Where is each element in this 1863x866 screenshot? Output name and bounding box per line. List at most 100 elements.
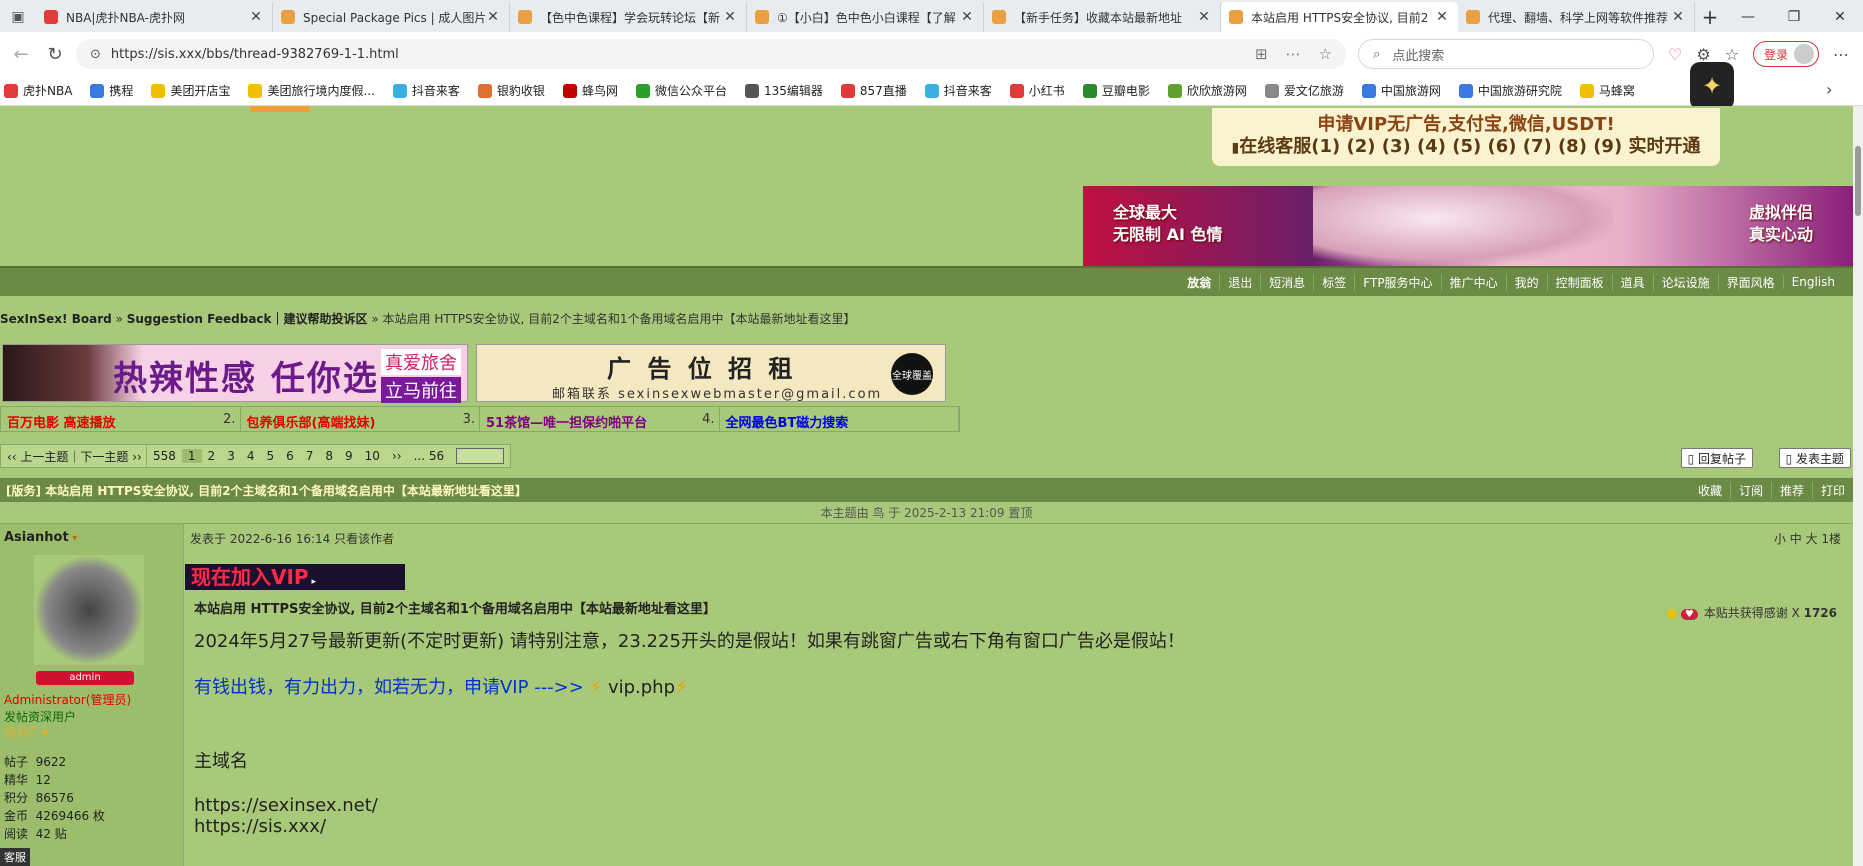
breadcrumb-forum[interactable]: Suggestion Feedback｜建议帮助投诉区 — [127, 312, 368, 326]
bookmark-item[interactable]: 爱文亿旅游 — [1264, 82, 1344, 99]
site-info-icon[interactable]: ⊙ — [90, 47, 101, 62]
bookmark-item[interactable]: 虎扑NBA — [4, 82, 72, 99]
reader-icon[interactable]: ⋯ — [1286, 45, 1301, 63]
bookmark-item[interactable]: 中国旅游网 — [1361, 82, 1441, 99]
page-link[interactable]: 7 — [300, 449, 320, 463]
close-window-icon[interactable]: ✕ — [1817, 9, 1863, 25]
address-bar[interactable]: ⊙ https://sis.xxx/bbs/thread-9382769-1-1… — [76, 39, 1346, 69]
tab-2[interactable]: 【色中色课程】学会玩转论坛【新 ✕ — [510, 2, 747, 32]
settings-gear-icon[interactable]: ⚙ — [1696, 45, 1710, 64]
tab-3[interactable]: ①【小白】色中色小白课程【了解 ✕ — [747, 2, 984, 32]
tab-close-icon[interactable]: ✕ — [248, 9, 264, 25]
author-name[interactable]: Asianhot ▾ — [4, 530, 183, 545]
text-link[interactable]: 全网最色BT磁力搜索 — [720, 407, 959, 431]
login-button[interactable]: 登录 — [1753, 41, 1820, 67]
ad-banner-1[interactable]: 热辣性感 任你选 真爱旅舍 立马前往 — [2, 344, 468, 403]
join-vip-banner[interactable]: 现在加入VIP ▸ — [185, 564, 405, 590]
menu-item[interactable]: 推广中心 — [1440, 273, 1506, 291]
page-link[interactable]: 1 — [181, 449, 202, 463]
page-jump-input[interactable] — [456, 448, 505, 464]
app-icon[interactable]: ⊞ — [1255, 45, 1268, 63]
vip-promo-box[interactable]: 申请VIP无广告,支付宝,微信,USDT! ▮在线客服(1) (2) (3) (… — [1212, 108, 1720, 166]
tab-close-icon[interactable]: ✕ — [1670, 9, 1686, 25]
ad-banner-2[interactable]: 广 告 位 招 租 邮箱联系 sexinsexwebmaster@gmail.c… — [476, 344, 946, 402]
reload-icon[interactable]: ↻ — [38, 37, 72, 71]
tab-close-icon[interactable]: ✕ — [722, 9, 738, 25]
page-link[interactable]: 10 — [359, 449, 386, 463]
text-link[interactable]: 51茶馆—唯一担保约啪平台 4. — [480, 407, 720, 431]
menu-item[interactable]: 短消息 — [1260, 273, 1313, 291]
url-text[interactable]: https://sis.xxx/bbs/thread-9382769-1-1.h… — [111, 47, 399, 62]
page-link[interactable]: 4 — [241, 449, 261, 463]
prev-next-label[interactable]: ‹‹ 上一主题｜下一主题 ›› — [1, 448, 148, 465]
thread-action[interactable]: 推荐 — [1770, 481, 1812, 499]
page-last[interactable]: ... 56 — [408, 449, 451, 463]
restore-icon[interactable]: ❐ — [1771, 9, 1817, 25]
bookmark-item[interactable]: 抖音来客 — [392, 82, 460, 99]
bookmark-item[interactable]: 美团旅行境内度假... — [248, 82, 375, 99]
scrollbar-thumb[interactable] — [1855, 146, 1861, 216]
vip-line2[interactable]: 在线客服(1) (2) (3) (4) (5) (6) (7) (8) (9) … — [1239, 136, 1700, 157]
post-font-size-floor[interactable]: 小 中 大 1楼 — [1774, 530, 1841, 547]
bookmark-item[interactable]: 美团开店宝 — [151, 82, 230, 99]
domain-link-2[interactable]: https://sis.xxx/ — [194, 816, 1594, 837]
page-link[interactable]: 3 — [221, 449, 241, 463]
bookmark-item[interactable]: 857直播 — [840, 82, 907, 99]
page-scrollbar[interactable] — [1853, 106, 1863, 866]
page-link[interactable]: 5 — [260, 449, 280, 463]
bookmark-item[interactable]: 马蜂窝 — [1579, 82, 1635, 99]
page-link[interactable]: 6 — [280, 449, 300, 463]
bookmark-item[interactable]: 银豹收银 — [477, 82, 545, 99]
menu-item[interactable]: 论坛设施 — [1652, 273, 1718, 291]
tab-actions-icon[interactable]: ▣ — [0, 2, 36, 32]
extension-bird-icon[interactable]: ✦ — [1690, 62, 1734, 110]
tab-0[interactable]: NBA|虎扑NBA-虎扑网 ✕ — [36, 2, 273, 32]
author-avatar[interactable] — [34, 555, 144, 665]
thanks-badge[interactable]: ♥ — [1680, 609, 1698, 620]
menu-item[interactable]: 界面风格 — [1717, 273, 1783, 291]
favorites-icon[interactable]: ☆ — [1725, 45, 1739, 64]
ai-banner-ad[interactable]: 全球最大 无限制 AI 色情 虚拟伴侣 真实心动 — [1083, 186, 1853, 266]
menu-item[interactable]: 控制面板 — [1546, 273, 1612, 291]
bookmark-item[interactable]: 抖音来客 — [924, 82, 992, 99]
page-next[interactable]: ›› — [386, 449, 408, 463]
bookmark-item[interactable]: 微信公众平台 — [635, 82, 727, 99]
vip-php-link[interactable]: vip.php — [608, 677, 675, 698]
thread-action[interactable]: 收藏 — [1690, 482, 1730, 499]
text-link-label[interactable]: 全网最色BT磁力搜索 — [726, 416, 849, 431]
page-link[interactable]: 2 — [202, 449, 222, 463]
customer-service-tab[interactable]: 客服 — [0, 848, 30, 866]
text-link[interactable]: 百万电影 高速播放 2. — [1, 407, 241, 431]
bookmark-item[interactable]: 携程 — [90, 82, 133, 99]
text-link-label[interactable]: 51茶馆—唯一担保约啪平台 — [486, 416, 647, 431]
text-link-label[interactable]: 包养俱乐部(高端找妹) — [247, 416, 376, 431]
more-menu-icon[interactable]: ⋯ — [1833, 45, 1849, 64]
thread-action[interactable]: 打印 — [1811, 481, 1853, 499]
bookmark-item[interactable]: 135编辑器 — [744, 82, 823, 99]
search-box[interactable]: ⌕ 点此搜索 — [1358, 39, 1654, 69]
tab-6[interactable]: 代理、翻墙、科学上网等软件推荐 ✕ — [1458, 2, 1695, 32]
menu-item[interactable]: 标签 — [1313, 273, 1354, 291]
tab-5[interactable]: 本站启用 HTTPS安全协议, 目前2 ✕ — [1221, 2, 1458, 32]
domain-link-1[interactable]: https://sexinsex.net/ — [194, 795, 1594, 816]
new-thread-button[interactable]: ▯ 发表主题 — [1778, 448, 1851, 468]
prev-next-thread[interactable]: ‹‹ 上一主题｜下一主题 ›› — [0, 444, 149, 468]
minimize-icon[interactable]: — — [1725, 9, 1771, 25]
page-link[interactable]: 9 — [339, 449, 359, 463]
favorite-star-icon[interactable]: ☆ — [1319, 45, 1332, 63]
breadcrumb-board[interactable]: SexInSex! Board — [0, 312, 112, 326]
tab-close-icon[interactable]: ✕ — [1434, 9, 1450, 25]
bookmark-item[interactable]: 欣欣旅游网 — [1167, 82, 1247, 99]
text-link-label[interactable]: 百万电影 高速播放 — [7, 416, 116, 431]
menu-item[interactable]: FTP服务中心 — [1354, 273, 1440, 291]
page-total[interactable]: 558 — [147, 449, 182, 463]
tab-4[interactable]: 【新手任务】收藏本站最新地址 ✕ — [984, 2, 1221, 32]
bookmark-item[interactable]: 豆瓣电影 — [1082, 82, 1150, 99]
extension-icon[interactable]: ♡ — [1668, 45, 1682, 64]
bookmarks-more-icon[interactable]: › — [1826, 80, 1832, 99]
reply-button[interactable]: ▯ 回复帖子 — [1680, 448, 1753, 468]
menu-item[interactable]: 放翁 — [1179, 274, 1219, 291]
bookmark-item[interactable]: 蜂鸟网 — [562, 82, 618, 99]
page-link[interactable]: 8 — [319, 449, 339, 463]
tab-1[interactable]: Special Package Pics | 成人图片打 ✕ — [273, 2, 510, 32]
